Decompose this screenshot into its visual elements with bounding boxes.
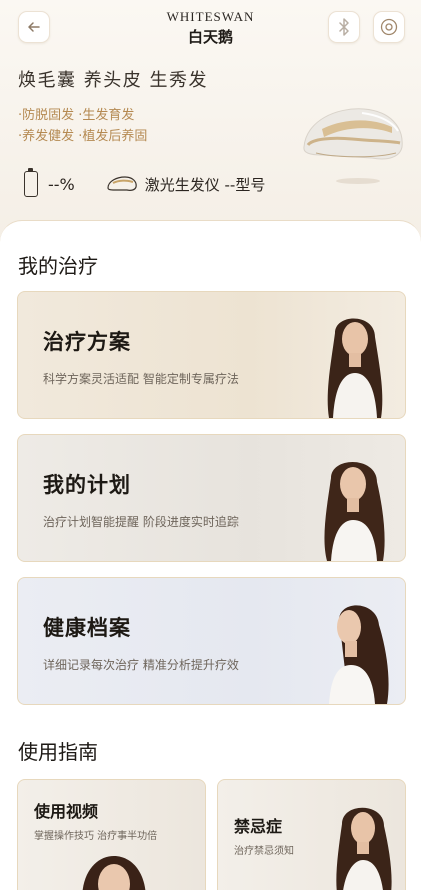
card-title: 治疗方案: [43, 330, 131, 354]
bluetooth-icon: [339, 18, 349, 36]
card-subtitle: 科学方案灵活适配 智能定制专属疗法: [43, 372, 239, 386]
battery-level: --%: [48, 174, 75, 194]
card-subtitle: 治疗禁忌须知: [234, 846, 294, 857]
feature-list: ·防脱固发 ·生发育发 ·养发健发 ·植发后养固: [18, 105, 147, 147]
card-title: 健康档案: [43, 616, 131, 640]
card-title: 使用视频: [34, 802, 99, 821]
card-health-record[interactable]: 健康档案 详细记录每次治疗 精准分析提升疗效: [17, 577, 406, 705]
hero-slogan: 焕毛囊 养头皮 生秀发: [18, 70, 208, 91]
bluetooth-button[interactable]: [328, 11, 360, 43]
feature-line: ·防脱固发 ·生发育发: [18, 108, 135, 123]
device-status-row: --% 激光生发仪 --型号: [24, 168, 265, 200]
card-treatment-plan[interactable]: 治疗方案 科学方案灵活适配 智能定制专属疗法: [17, 291, 406, 419]
model-portrait-image: [329, 605, 389, 704]
card-subtitle: 治疗计划智能提醒 阶段进度实时追踪: [43, 515, 239, 529]
card-title: 禁忌症: [234, 817, 283, 836]
section-title-treatment: 我的治疗: [18, 254, 98, 278]
settings-button[interactable]: [373, 11, 405, 43]
settings-icon: [380, 18, 398, 36]
card-subtitle: 详细记录每次治疗 精准分析提升疗效: [43, 658, 239, 672]
battery-icon: [24, 168, 38, 197]
model-portrait-image: [324, 461, 385, 561]
feature-line: ·养发健发 ·植发后养固: [18, 129, 148, 144]
card-contraindications[interactable]: 禁忌症 治疗禁忌须知: [217, 779, 406, 890]
device-model-label: 激光生发仪 --型号: [144, 175, 266, 194]
laser-helmet-image: [303, 108, 403, 184]
device-helmet-icon: [107, 176, 137, 191]
card-usage-video[interactable]: 使用视频 掌握操作技巧 治疗事半功倍: [17, 779, 206, 890]
section-title-guide: 使用指南: [18, 740, 98, 764]
card-subtitle: 掌握操作技巧 治疗事半功倍: [34, 831, 158, 842]
model-portrait-image: [82, 856, 146, 890]
card-title: 我的计划: [43, 473, 131, 497]
model-portrait-image: [327, 318, 383, 418]
card-my-plan[interactable]: 我的计划 治疗计划智能提醒 阶段进度实时追踪: [17, 434, 406, 562]
model-portrait-image: [336, 807, 392, 890]
